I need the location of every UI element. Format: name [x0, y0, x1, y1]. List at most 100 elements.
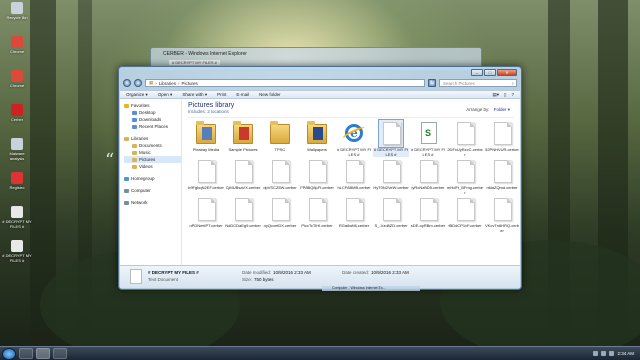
details-file-type: Text Document — [148, 277, 179, 282]
back-button[interactable]: ‹ — [123, 79, 131, 87]
file-item[interactable]: CjMUBsaVX.cerber — [225, 158, 261, 196]
file-item[interactable]: mHdFt_BFmg.cerber — [447, 158, 483, 196]
file-item[interactable]: Sample Pictures — [225, 120, 261, 158]
file-item[interactable]: RGa6wMLcerber — [336, 196, 372, 234]
library-locations-link[interactable]: Includes: 2 locations — [188, 109, 514, 114]
arrange-by-dropdown[interactable]: Folder ▾ — [494, 107, 510, 112]
file-item[interactable]: tBDdCP1vF.cerber — [447, 196, 483, 234]
email-button[interactable]: E-mail — [236, 92, 249, 97]
search-input[interactable]: Search Pictures ⌕ — [439, 79, 517, 87]
ie-window-title: CERBER - Windows Internet Explorer — [163, 51, 247, 57]
taskbar-media-icon[interactable] — [53, 348, 67, 359]
print-button[interactable]: Print — [217, 92, 226, 97]
desktop-icon[interactable]: Recycle Bin — [2, 2, 32, 30]
date-created-label: Date created: — [342, 270, 370, 275]
desktop-icon[interactable]: # DECRYPT MY FILES # — [2, 240, 32, 268]
close-button[interactable]: ✕ — [497, 69, 517, 76]
details-date-created: Date created: 10/9/2016 2:33 AM — [342, 270, 409, 275]
volume-icon[interactable] — [609, 351, 615, 356]
nav-item-videos[interactable]: Videos — [124, 163, 181, 170]
nav-item-downloads[interactable]: Downloads — [124, 116, 181, 123]
file-item[interactable]: Wallpapers — [299, 120, 335, 158]
content-pane: Pictures library Includes: 2 locations A… — [182, 99, 520, 265]
desktop-icon[interactable]: Malware analysis — [2, 138, 32, 166]
clock[interactable]: 2:34 AM — [617, 351, 634, 356]
refresh-button[interactable]: ↻ — [428, 79, 436, 87]
view-options-icon[interactable]: ▤▾ — [492, 92, 499, 98]
new-folder-button[interactable]: New folder — [259, 92, 281, 97]
flag-icon[interactable] — [593, 351, 599, 356]
preview-pane-icon[interactable]: ▯ — [504, 92, 506, 98]
file-item[interactable]: S # DECRYPT MY FILES # — [410, 120, 446, 158]
file-item[interactable]: TPSC — [262, 120, 298, 158]
taskbar-ie-icon[interactable] — [19, 348, 33, 359]
file-name: # DECRYPT MY FILES # — [336, 147, 371, 157]
address-bar[interactable]: ▦ › Libraries › Pictures — [145, 79, 425, 87]
document-icon — [305, 158, 329, 185]
file-item[interactable]: iyRcNzBD5.cerber — [410, 158, 446, 196]
file-item[interactable]: b9FgbqN2EF.cerber — [188, 158, 224, 196]
breadcrumb-libraries[interactable]: Libraries — [159, 81, 176, 86]
file-item[interactable]: FP8BQ8pFt.cerber — [299, 158, 335, 196]
file-item[interactable]: sDE-oyRBm.cerber — [410, 196, 446, 234]
file-item[interactable]: 2DFxUyRzcC.cerber — [447, 120, 483, 158]
help-icon[interactable]: ? — [511, 92, 514, 98]
nav-item-label: Network — [131, 200, 148, 205]
nav-item-label: Videos — [139, 164, 153, 169]
file-item[interactable]: VKcvTn6HRQ.cerber — [484, 196, 520, 234]
nav-item-documents[interactable]: Documents — [124, 142, 181, 149]
forward-button[interactable]: › — [134, 79, 142, 87]
nav-item-network[interactable]: Network — [124, 199, 181, 206]
desktop-icons: Recycle Bin Chrome Chrome Cerber Malware ana… — [2, 2, 32, 274]
file-item[interactable]: HyT0N2VeW.cerber — [373, 158, 409, 196]
nav-item-label: Computer — [131, 188, 151, 193]
breadcrumb-separator: › — [178, 80, 180, 86]
date-modified-label: Date modified: — [242, 270, 272, 275]
file-item[interactable]: n6laZQmd.cerber — [484, 158, 520, 196]
nav-item-libraries[interactable]: Libraries — [124, 135, 181, 142]
nav-item-homegroup[interactable]: Homegroup — [124, 175, 181, 182]
share-with-button[interactable]: Share with ▾ — [182, 92, 207, 98]
file-name: NdDCDaEg9.cerber — [225, 223, 261, 228]
breadcrumb-pictures[interactable]: Pictures — [182, 81, 198, 86]
breadcrumb-separator: › — [155, 80, 157, 86]
file-item[interactable]: dpVSCZ5W.cerber — [262, 158, 298, 196]
desktop-icon[interactable]: Registro — [2, 172, 32, 200]
nav-item-computer[interactable]: Computer — [124, 187, 181, 194]
file-item[interactable]: 52PNHVUR.cerber — [484, 120, 520, 158]
desktop-icon[interactable]: Chrome — [2, 36, 32, 64]
file-item[interactable]: nPDNeelPT.cerber — [188, 196, 224, 234]
nav-item-pictures[interactable]: Pictures — [124, 156, 181, 163]
file-item[interactable]: e # DECRYPT MY FILES # — [336, 120, 372, 158]
nav-item-recent-places[interactable]: Recent Places — [124, 123, 181, 130]
file-item[interactable]: S_-Vzd8ZD.cerber — [373, 196, 409, 234]
file-name: HyT0N2VeW.cerber — [373, 185, 409, 190]
file-item[interactable]: Pixabay Media — [188, 120, 224, 158]
file-name: 52PNHVUR.cerber — [485, 147, 519, 152]
organize-button[interactable]: Organize ▾ — [126, 92, 148, 98]
taskbar-explorer-icon[interactable] — [36, 348, 50, 359]
desktop-icon[interactable]: # DECRYPT MY FILES # — [2, 206, 32, 234]
nav-item-music[interactable]: Music — [124, 149, 181, 156]
start-button[interactable] — [2, 347, 16, 360]
nav-item-desktop[interactable]: Desktop — [124, 109, 181, 116]
ie-window-tab[interactable]: # DECRYPT MY FILES # — [169, 60, 220, 65]
minimize-button[interactable]: – — [471, 69, 483, 76]
nav-item-label: Favorites — [131, 103, 150, 108]
file-item[interactable]: # DECRYPT MY FILES # — [373, 119, 409, 158]
explorer-window[interactable]: – □ ✕ ‹ › ▦ › Libraries › Pictures ↻ Sea… — [118, 66, 522, 290]
desktop-icon[interactable]: Chrome — [2, 70, 32, 98]
nav-item-icon — [132, 150, 137, 155]
nav-item-favorites[interactable]: Favorites — [124, 102, 181, 109]
maximize-button[interactable]: □ — [484, 69, 496, 76]
background-window-strip[interactable]: Computer - Windows Internet Ex... — [322, 286, 420, 291]
open-button[interactable]: Open ▾ — [158, 92, 173, 98]
file-item[interactable]: hLCF8BMB.cerber — [336, 158, 372, 196]
network-icon[interactable] — [601, 351, 607, 356]
file-name: # DECRYPT MY FILES # — [410, 147, 445, 157]
desktop-icon-label: Registro — [9, 185, 25, 190]
file-item[interactable]: nyQcvetDX.cerber — [262, 196, 298, 234]
file-item[interactable]: PiccTcTlHI.cerber — [299, 196, 335, 234]
desktop-icon[interactable]: Cerber — [2, 104, 32, 132]
file-item[interactable]: NdDCDaEg9.cerber — [225, 196, 261, 234]
